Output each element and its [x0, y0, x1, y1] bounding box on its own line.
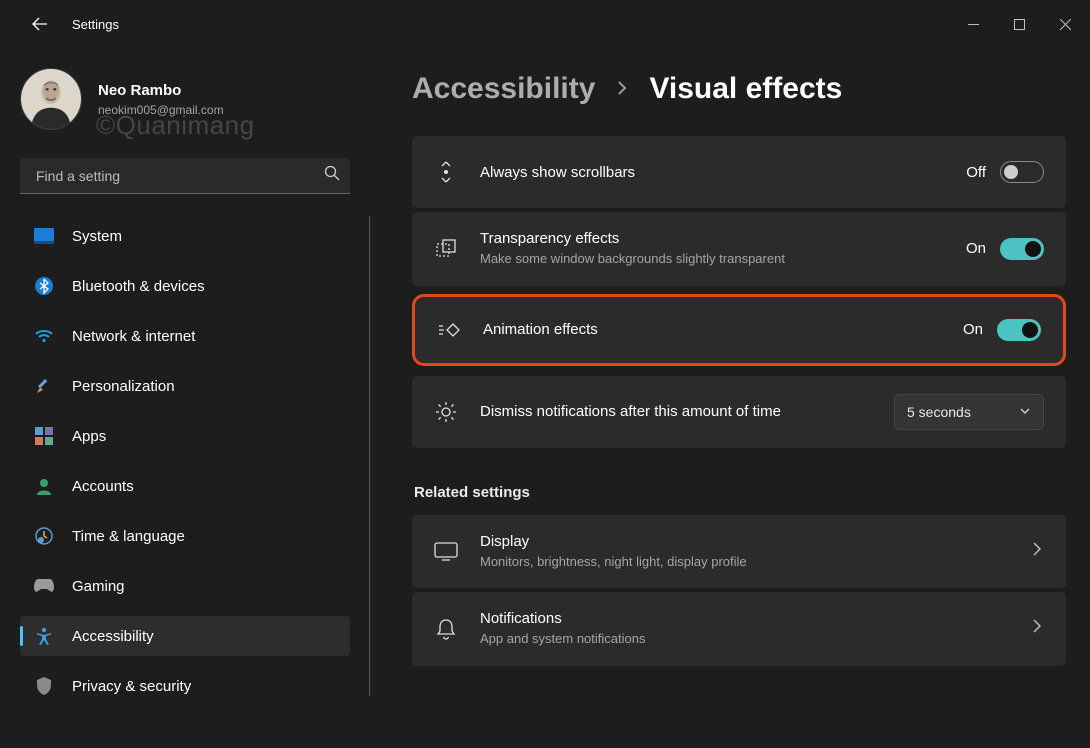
sidebar-item-privacy[interactable]: Privacy & security	[20, 666, 350, 706]
related-display[interactable]: Display Monitors, brightness, night ligh…	[412, 515, 1066, 589]
close-button[interactable]	[1042, 8, 1088, 40]
dropdown-value: 5 seconds	[907, 404, 971, 420]
nav: System Bluetooth & devices Network & int…	[20, 216, 364, 716]
toggle-state-label: Off	[966, 164, 986, 181]
setting-title: Transparency effects	[480, 230, 944, 247]
sidebar-item-label: Accessibility	[72, 628, 154, 645]
maximize-button[interactable]	[996, 8, 1042, 40]
sidebar-item-apps[interactable]: Apps	[20, 416, 350, 456]
shield-icon	[34, 676, 54, 696]
sidebar-item-label: Accounts	[72, 478, 134, 495]
user-email: neokim005@gmail.com	[98, 103, 224, 117]
search-icon	[324, 165, 340, 186]
search-input[interactable]	[34, 167, 324, 185]
bluetooth-icon	[34, 276, 54, 296]
app-title: Settings	[72, 17, 119, 32]
animation-icon	[437, 320, 461, 340]
user-profile[interactable]: Neo Rambo neokim005@gmail.com	[20, 68, 364, 130]
sidebar-item-label: Gaming	[72, 578, 125, 595]
arrow-left-icon	[32, 16, 48, 32]
wifi-icon	[34, 326, 54, 346]
toggle-state-label: On	[966, 240, 986, 257]
maximize-icon	[1014, 19, 1025, 30]
dismiss-duration-dropdown[interactable]: 5 seconds	[894, 394, 1044, 430]
related-subtitle: App and system notifications	[480, 630, 1008, 648]
related-settings-heading: Related settings	[414, 484, 1066, 501]
sidebar-item-accessibility[interactable]: Accessibility	[20, 616, 350, 656]
breadcrumb: Accessibility Visual effects	[412, 72, 1066, 106]
scrollbars-icon	[434, 160, 458, 184]
person-icon	[34, 476, 54, 496]
display-icon	[434, 541, 458, 561]
toggle-state-label: On	[963, 321, 983, 338]
sidebar-item-label: Network & internet	[72, 328, 195, 345]
sidebar-item-bluetooth[interactable]: Bluetooth & devices	[20, 266, 350, 306]
search-input-container[interactable]	[20, 158, 350, 194]
setting-dismiss-notifications: Dismiss notifications after this amount …	[412, 376, 1066, 448]
animation-toggle[interactable]	[997, 319, 1041, 341]
transparency-toggle[interactable]	[1000, 238, 1044, 260]
sidebar-item-label: Time & language	[72, 528, 185, 545]
chevron-right-icon	[1030, 619, 1044, 638]
setting-title: Always show scrollbars	[480, 164, 944, 181]
setting-transparency[interactable]: Transparency effects Make some window ba…	[412, 212, 1066, 286]
setting-scrollbars[interactable]: Always show scrollbars Off	[412, 136, 1066, 208]
paintbrush-icon	[34, 376, 54, 396]
page-title: Visual effects	[649, 72, 842, 106]
setting-animation[interactable]: Animation effects On	[412, 294, 1066, 366]
breadcrumb-parent[interactable]: Accessibility	[412, 72, 595, 106]
sidebar-item-label: Personalization	[72, 378, 175, 395]
sidebar-item-personalization[interactable]: Personalization	[20, 366, 350, 406]
titlebar: Settings	[0, 0, 1090, 48]
scrollbars-toggle[interactable]	[1000, 161, 1044, 183]
related-subtitle: Monitors, brightness, night light, displ…	[480, 553, 1008, 571]
setting-title: Dismiss notifications after this amount …	[480, 403, 872, 420]
related-notifications[interactable]: Notifications App and system notificatio…	[412, 592, 1066, 666]
system-icon	[34, 226, 54, 246]
apps-icon	[34, 426, 54, 446]
avatar	[20, 68, 82, 130]
setting-title: Animation effects	[483, 321, 941, 338]
sidebar-item-label: Bluetooth & devices	[72, 278, 205, 295]
close-icon	[1060, 19, 1071, 30]
transparency-icon	[434, 238, 458, 260]
sidebar-item-time-language[interactable]: Time & language	[20, 516, 350, 556]
chevron-down-icon	[1019, 404, 1031, 420]
chevron-right-icon	[615, 78, 629, 101]
minimize-button[interactable]	[950, 8, 996, 40]
user-name: Neo Rambo	[98, 82, 224, 99]
related-title: Display	[480, 533, 1008, 550]
sidebar-item-gaming[interactable]: Gaming	[20, 566, 350, 606]
gamepad-icon	[34, 576, 54, 596]
sidebar-item-label: System	[72, 228, 122, 245]
sidebar: ©Quanimang Neo Rambo neokim005@gmail.com	[0, 48, 370, 748]
related-title: Notifications	[480, 610, 1008, 627]
sidebar-item-accounts[interactable]: Accounts	[20, 466, 350, 506]
chevron-right-icon	[1030, 542, 1044, 561]
bell-icon	[434, 618, 458, 640]
setting-subtitle: Make some window backgrounds slightly tr…	[480, 250, 944, 268]
minimize-icon	[968, 19, 979, 30]
sidebar-item-system[interactable]: System	[20, 216, 350, 256]
accessibility-icon	[34, 626, 54, 646]
brightness-icon	[434, 400, 458, 424]
sidebar-item-label: Apps	[72, 428, 106, 445]
back-button[interactable]	[24, 8, 56, 40]
main-content: Accessibility Visual effects Always show…	[370, 48, 1090, 748]
sidebar-item-network[interactable]: Network & internet	[20, 316, 350, 356]
sidebar-item-label: Privacy & security	[72, 678, 191, 695]
clock-globe-icon	[34, 526, 54, 546]
